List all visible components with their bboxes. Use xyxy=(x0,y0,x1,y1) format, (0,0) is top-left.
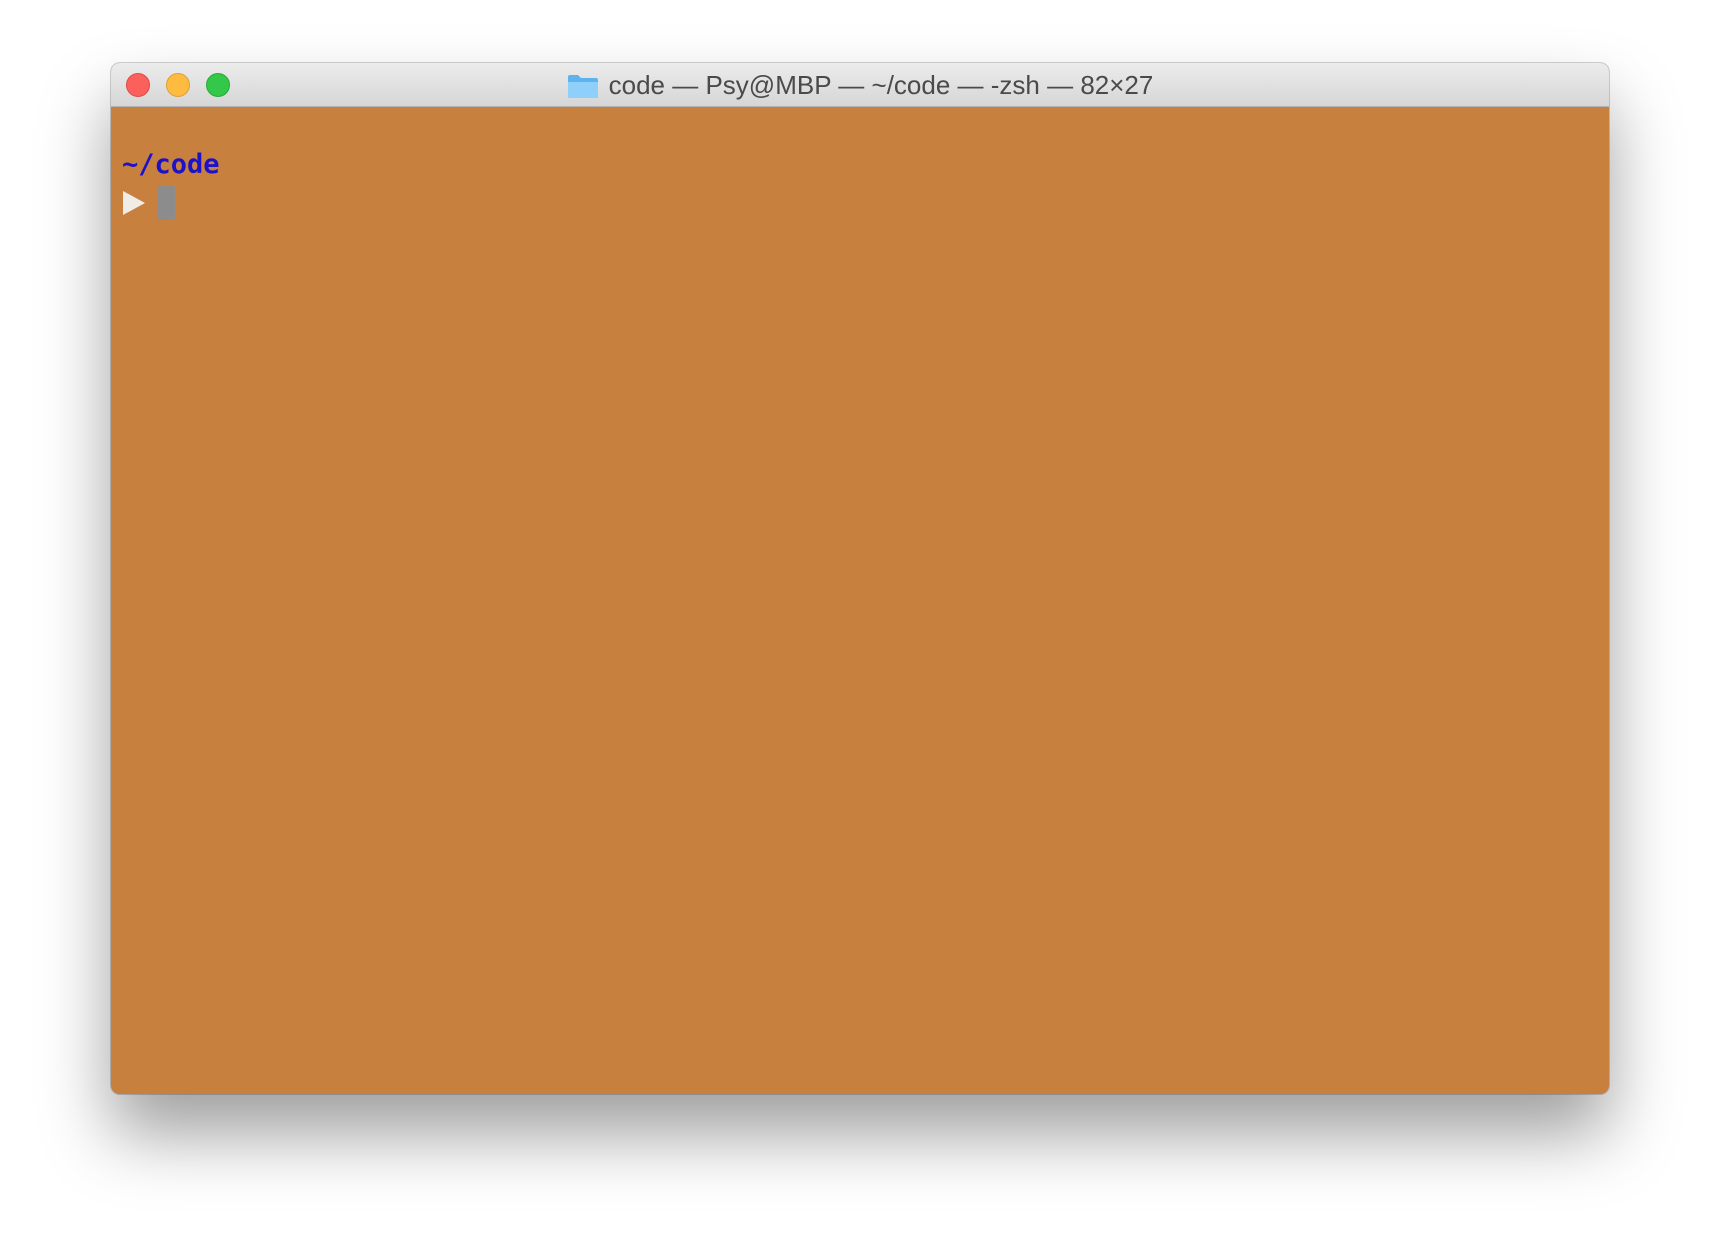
terminal-window: code — Psy@MBP — ~/code — -zsh — 82×27 ~… xyxy=(111,63,1609,1094)
terminal-content[interactable]: ~/code xyxy=(111,107,1609,1094)
current-directory: ~/code xyxy=(122,149,220,180)
right-triangle-prompt-icon xyxy=(123,191,145,215)
window-title: code — Psy@MBP — ~/code — -zsh — 82×27 xyxy=(111,63,1609,107)
window-title-text: code — Psy@MBP — ~/code — -zsh — 82×27 xyxy=(608,69,1154,100)
prompt-line[interactable] xyxy=(123,185,175,221)
title-bar[interactable]: code — Psy@MBP — ~/code — -zsh — 82×27 xyxy=(111,63,1609,107)
text-cursor xyxy=(158,186,175,220)
folder-icon xyxy=(567,73,599,99)
